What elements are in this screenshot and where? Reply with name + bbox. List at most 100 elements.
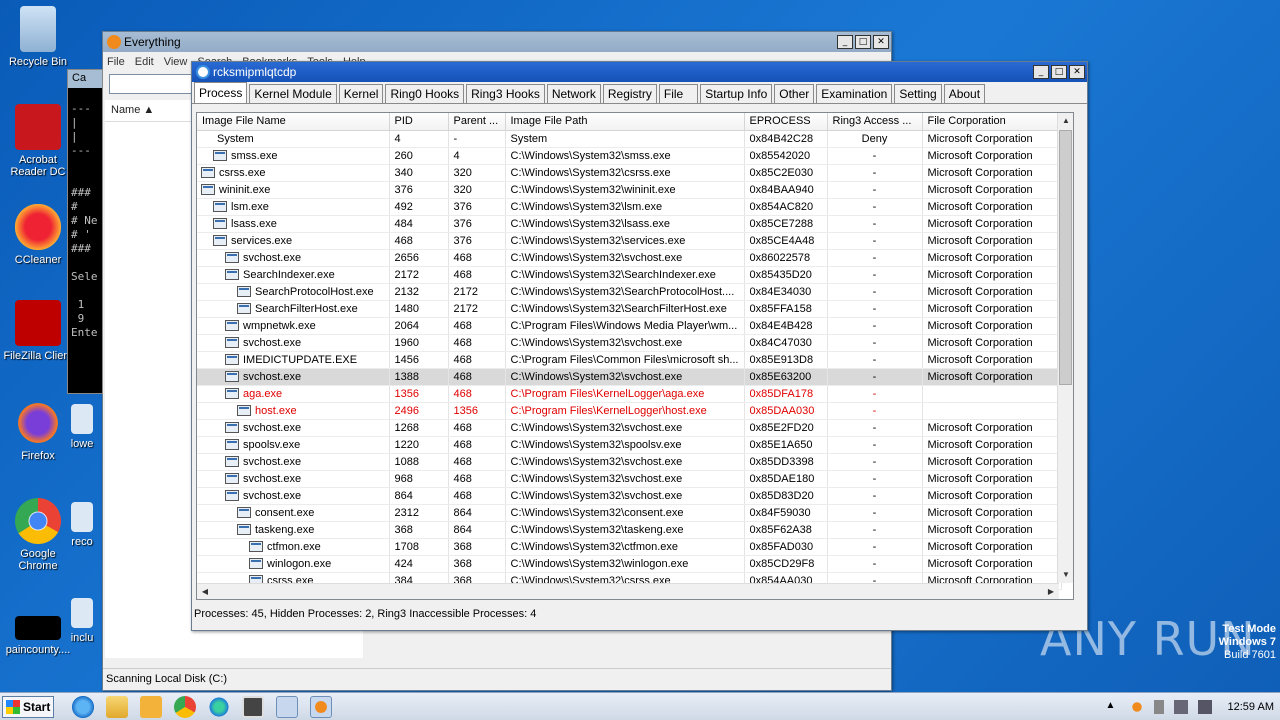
process-row[interactable]: wmpnetwk.exe 2064 468 C:\Program Files\Wind… — [197, 317, 1062, 335]
tab-kernel[interactable]: Kernel — [338, 84, 384, 103]
clock[interactable]: 12:59 AM — [1228, 701, 1274, 713]
tool-titlebar[interactable]: rcksmipmlqtcdp _ □ ✕ — [192, 62, 1087, 82]
cell-file-corporation: Microsoft Corporation — [922, 487, 1062, 505]
tab-file[interactable]: File — [658, 84, 699, 103]
process-row[interactable]: svchost.exe 2656 468 C:\Windows\System32\sv… — [197, 249, 1062, 267]
scroll-right-icon[interactable]: ▶ — [1043, 584, 1059, 599]
process-row[interactable]: lsm.exe 492 376 C:\Windows\System32\lsm.exe… — [197, 198, 1062, 216]
tab-kernel-module[interactable]: Kernel Module — [249, 84, 337, 103]
process-row[interactable]: winlogon.exe 424 368 C:\Windows\System32\wi… — [197, 555, 1062, 573]
cell-file-corporation: Microsoft Corporation — [922, 266, 1062, 284]
process-row[interactable]: svchost.exe 1960 468 C:\Windows\System32\sv… — [197, 334, 1062, 352]
close-button[interactable]: ✕ — [873, 35, 889, 49]
process-row[interactable]: csrss.exe 340 320 C:\Windows\System32\csrss… — [197, 164, 1062, 182]
flag-icon[interactable] — [1153, 700, 1164, 714]
process-row[interactable]: svchost.exe 1388 468 C:\Windows\System32\sv… — [197, 368, 1062, 386]
menu-file[interactable]: File — [107, 56, 125, 68]
everything-titlebar[interactable]: Everything _ □ ✕ — [103, 32, 891, 52]
cell-image-name: SearchIndexer.exe — [197, 266, 390, 284]
chrome-icon[interactable] — [174, 695, 196, 718]
horizontal-scrollbar[interactable]: ◀ ▶ — [197, 583, 1059, 599]
desktop-icon-recycle-bin[interactable]: Recycle Bin — [0, 6, 76, 68]
desktop-icon-label: Firefox — [21, 450, 55, 462]
search-tool-icon[interactable] — [1129, 700, 1144, 714]
process-row[interactable]: taskeng.exe 368 864 C:\Windows\System32\tas… — [197, 521, 1062, 539]
console-icon[interactable] — [242, 695, 264, 718]
process-row[interactable]: svchost.exe 968 468 C:\Windows\System32\svc… — [197, 470, 1062, 488]
process-row[interactable]: consent.exe 2312 864 C:\Windows\System32\co… — [197, 504, 1062, 522]
column-header[interactable]: Image File Path — [505, 113, 745, 131]
process-row[interactable]: aga.exe 1356 468 C:\Program Files\KernelLog… — [197, 385, 1062, 403]
tab-startup-info[interactable]: Startup Info — [700, 84, 773, 103]
process-row[interactable]: SearchIndexer.exe 2172 468 C:\Windows\Syste… — [197, 266, 1062, 284]
everything-taskbar-icon[interactable] — [310, 695, 332, 718]
menu-view[interactable]: View — [164, 56, 188, 68]
process-row[interactable]: services.exe 468 376 C:\Windows\System32\se… — [197, 232, 1062, 250]
search-input[interactable] — [109, 74, 193, 94]
process-row[interactable]: svchost.exe 1088 468 C:\Windows\System32\sv… — [197, 453, 1062, 471]
tab-ring3-hooks[interactable]: Ring3 Hooks — [466, 84, 545, 103]
process-row[interactable]: IMEDICTUPDATE.EXE 1456 468 C:\Program Files… — [197, 351, 1062, 369]
media-player-icon[interactable] — [140, 695, 162, 718]
process-row[interactable]: SearchProtocolHost.exe 2132 2172 C:\Windows… — [197, 283, 1062, 301]
minimize-button[interactable]: _ — [1033, 65, 1049, 79]
start-button[interactable]: Start — [2, 695, 54, 718]
column-header[interactable]: EPROCESS — [744, 113, 828, 131]
process-row[interactable]: svchost.exe 1268 468 C:\Windows\System32\sv… — [197, 419, 1062, 437]
cell-file-corporation: Microsoft Corporation — [922, 368, 1062, 386]
scroll-thumb[interactable] — [1059, 130, 1072, 385]
cell-parent-pid: 468 — [448, 266, 506, 284]
maximize-button[interactable]: □ — [855, 35, 871, 49]
column-header[interactable]: PID — [389, 113, 449, 131]
edge-icon[interactable] — [208, 695, 230, 718]
tab-setting[interactable]: Setting — [894, 84, 942, 103]
column-header[interactable]: File Corporation — [922, 113, 1062, 131]
column-header[interactable]: Parent ... — [448, 113, 506, 131]
scroll-down-icon[interactable]: ▼ — [1058, 567, 1073, 583]
process-row[interactable]: wininit.exe 376 320 C:\Windows\System32\win… — [197, 181, 1062, 199]
explorer-icon[interactable] — [106, 695, 128, 718]
desktop-icon-label: FileZilla Client — [3, 350, 73, 362]
process-row[interactable]: smss.exe 260 4 C:\Windows\System32\smss.exe… — [197, 147, 1062, 165]
desktop-icon-filezilla[interactable]: FileZilla Client — [0, 300, 76, 362]
scroll-up-icon[interactable]: ▲ — [1058, 113, 1073, 129]
desktop-icon-reco[interactable]: reco — [62, 502, 102, 548]
process-row[interactable]: host.exe 2496 1356 C:\Program Files\KernelL… — [197, 402, 1062, 420]
tab-about[interactable]: About — [943, 84, 986, 103]
process-row[interactable]: SearchFilterHost.exe 1480 2172 C:\Windows\S… — [197, 300, 1062, 318]
tab-other[interactable]: Other — [774, 84, 815, 103]
maximize-button[interactable]: □ — [1051, 65, 1067, 79]
process-icon — [237, 507, 251, 519]
tab-ring0-hooks[interactable]: Ring0 Hooks — [385, 84, 465, 103]
menu-edit[interactable]: Edit — [135, 56, 154, 68]
process-list[interactable]: Image File Name PID Parent ... Image Fil… — [196, 112, 1074, 600]
cell-pid: 1456 — [389, 351, 449, 369]
process-row[interactable]: System 4- System 0x84B42C28 Deny Microsoft Co… — [197, 130, 1062, 148]
column-header[interactable]: Image File Name — [197, 113, 390, 131]
desktop-icon-inclu[interactable]: inclu — [62, 598, 102, 644]
tab-process[interactable]: Process — [194, 82, 248, 103]
network-icon[interactable] — [1173, 700, 1188, 714]
cell-file-corporation: Microsoft Corporation — [922, 504, 1062, 522]
desktop-icon-acrobat[interactable]: Acrobat Reader DC — [0, 104, 76, 178]
process-row[interactable]: lsass.exe 484 376 C:\Windows\System32\lsass… — [197, 215, 1062, 233]
process-row[interactable]: spoolsv.exe 1220 468 C:\Windows\System32\sp… — [197, 436, 1062, 454]
tray-expand-icon[interactable]: ▲ — [1106, 700, 1120, 714]
scroll-left-icon[interactable]: ◀ — [197, 584, 213, 599]
minimize-button[interactable]: _ — [837, 35, 853, 49]
desktop-icon-lowe[interactable]: lowe — [62, 404, 102, 450]
cell-image-name: ctfmon.exe — [197, 538, 390, 556]
volume-icon[interactable] — [1197, 700, 1212, 714]
tab-examination[interactable]: Examination — [816, 84, 893, 103]
close-button[interactable]: ✕ — [1069, 65, 1085, 79]
tab-registry[interactable]: Registry — [602, 84, 657, 103]
vertical-scrollbar[interactable]: ▲ ▼ — [1057, 113, 1073, 583]
process-name: SearchProtocolHost.exe — [255, 285, 374, 298]
tab-network[interactable]: Network — [546, 84, 601, 103]
desktop-icon-ccleaner[interactable]: CCleaner — [0, 204, 76, 266]
column-header[interactable]: Ring3 Access ... — [827, 113, 923, 131]
process-row[interactable]: ctfmon.exe 1708 368 C:\Windows\System32\ctf… — [197, 538, 1062, 556]
process-row[interactable]: svchost.exe 864 468 C:\Windows\System32\svc… — [197, 487, 1062, 505]
tool-taskbar-icon[interactable] — [276, 695, 298, 718]
ie-icon[interactable] — [72, 695, 94, 718]
